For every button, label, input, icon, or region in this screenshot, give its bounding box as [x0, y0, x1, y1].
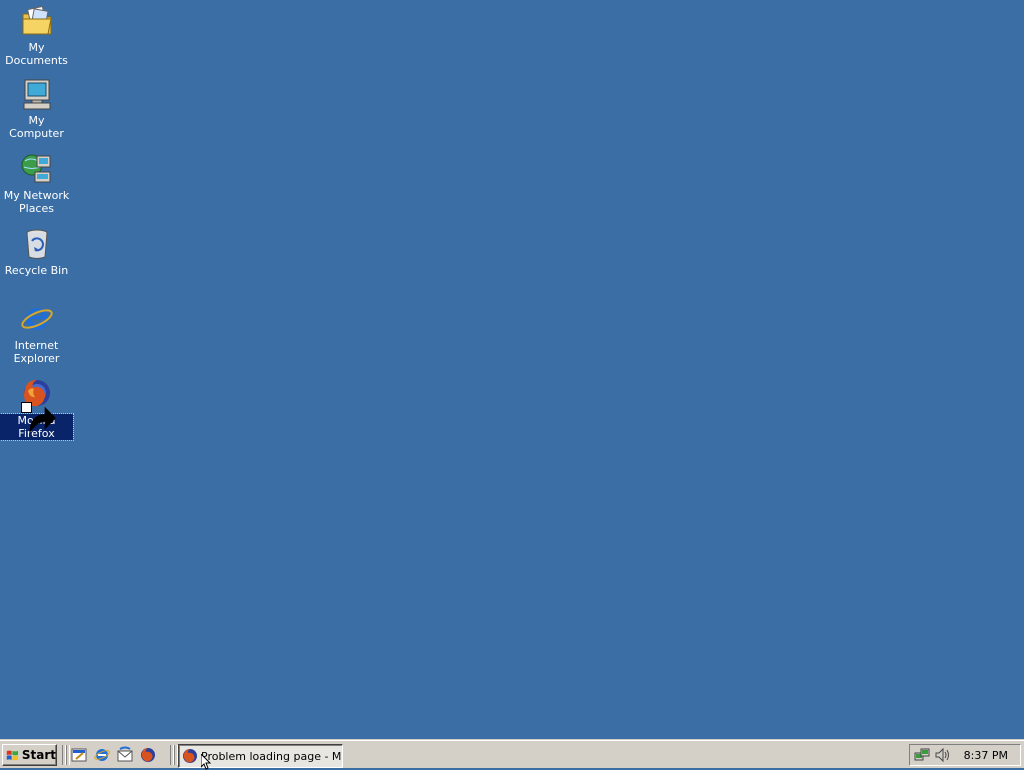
taskbar: Start Problem loading page - M... 8:37 P… — [0, 739, 1024, 768]
network-icon[interactable] — [914, 747, 930, 763]
quick-launch-bar — [70, 746, 157, 764]
firefox-icon[interactable] — [139, 746, 157, 764]
internet-explorer-icon[interactable] — [93, 746, 111, 764]
desktop-icon-my-computer[interactable]: My Computer — [0, 77, 73, 140]
internet-explorer-icon — [20, 302, 54, 336]
outlook-express-icon[interactable] — [116, 746, 134, 764]
desktop: My Documents My Computer My Network Plac — [0, 0, 1024, 740]
desktop-icon-label: My Documents — [5, 41, 68, 67]
show-desktop-icon[interactable] — [70, 746, 88, 764]
desktop-icon-internet-explorer[interactable]: Internet Explorer — [0, 302, 73, 365]
start-button[interactable]: Start — [2, 744, 57, 766]
firefox-icon — [183, 749, 197, 763]
desktop-icon-recycle-bin[interactable]: Recycle Bin — [0, 227, 73, 277]
recycle-bin-icon — [20, 227, 54, 261]
desktop-icon-label: My Network Places — [3, 189, 70, 215]
desktop-icon-label: Recycle Bin — [4, 264, 69, 277]
firefox-icon — [20, 377, 56, 434]
system-tray: 8:37 PM — [909, 744, 1021, 766]
taskbar-window-title: Problem loading page - M... — [201, 749, 343, 763]
start-label: Start — [21, 748, 56, 762]
desktop-icon-my-network-places[interactable]: My Network Places — [0, 152, 73, 215]
folder-documents-icon — [20, 4, 54, 38]
desktop-icon-label: Internet Explorer — [13, 339, 60, 365]
volume-icon[interactable] — [934, 747, 950, 763]
shortcut-arrow-icon — [20, 402, 56, 434]
taskbar-clock[interactable]: 8:37 PM — [964, 749, 1008, 762]
network-places-icon — [20, 152, 54, 186]
desktop-icon-my-documents[interactable]: My Documents — [0, 4, 73, 67]
desktop-icon-mozilla-firefox[interactable]: Mozilla Firefox — [0, 377, 74, 441]
windows-logo-icon — [6, 750, 19, 761]
computer-icon — [20, 77, 54, 111]
desktop-icon-label: My Computer — [9, 114, 64, 140]
